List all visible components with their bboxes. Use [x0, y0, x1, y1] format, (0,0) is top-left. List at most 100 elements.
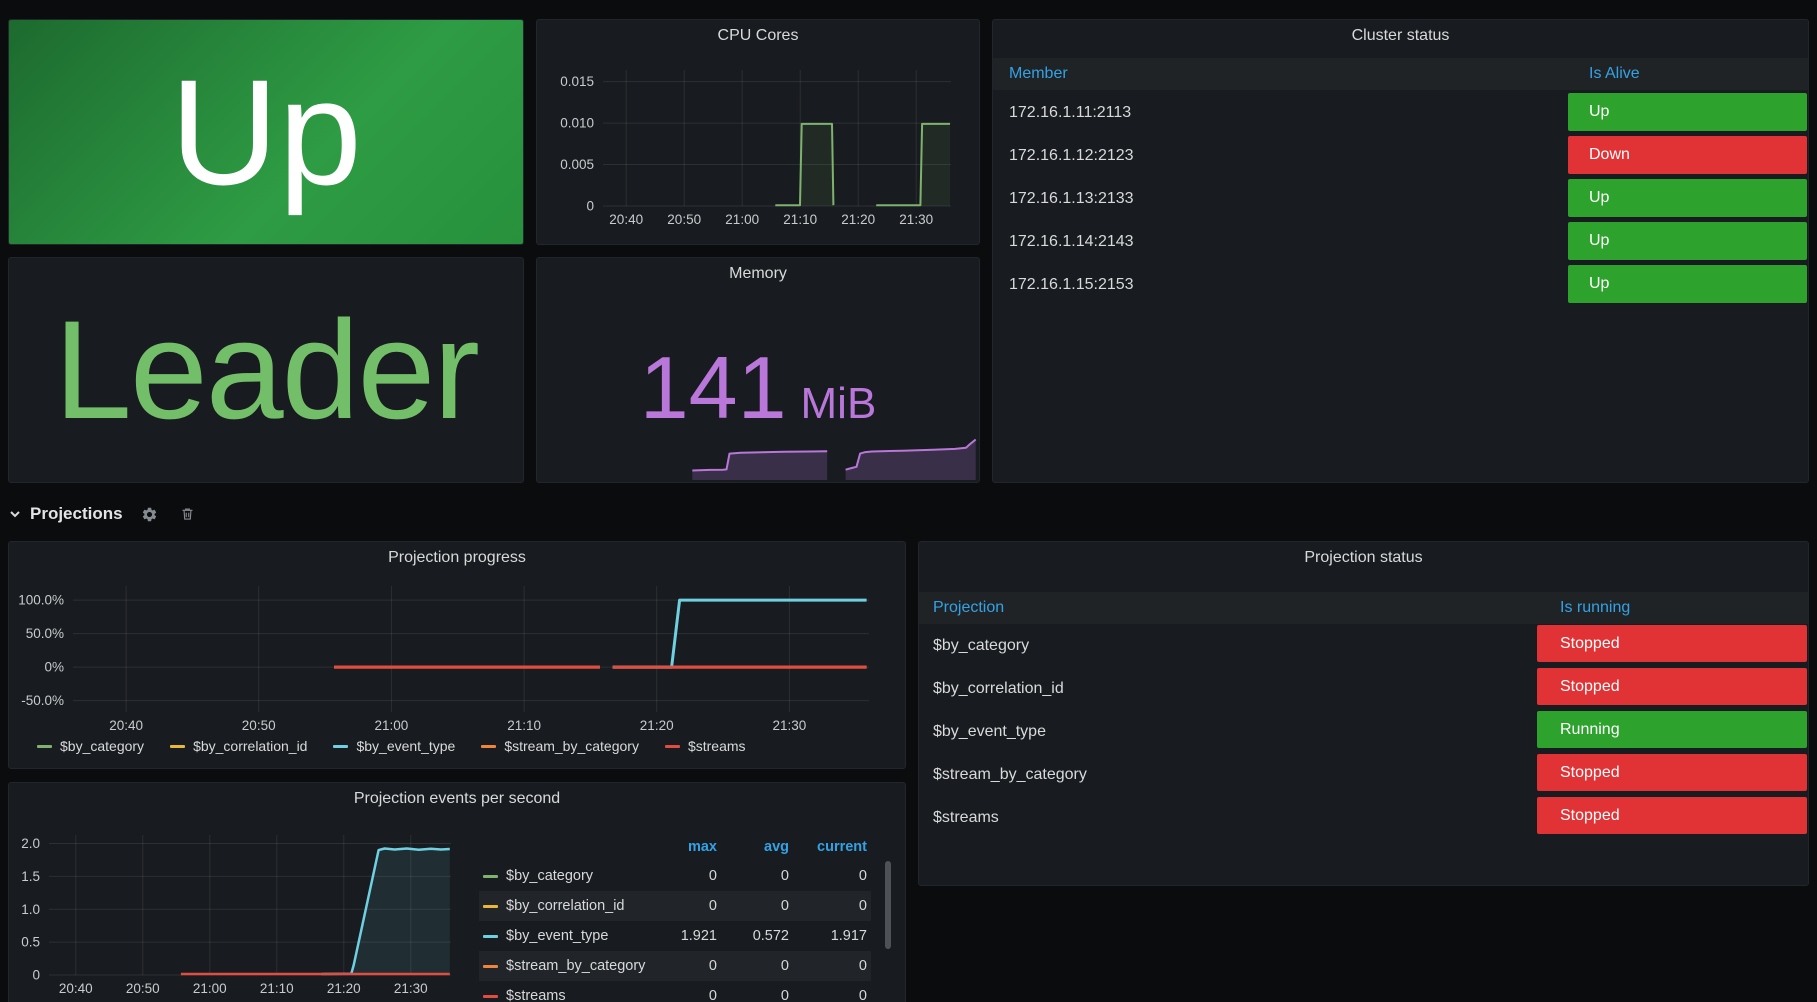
legend-row: $streams000	[479, 981, 871, 1002]
gear-icon[interactable]	[141, 506, 158, 523]
panel-title-memory[interactable]: Memory	[537, 265, 979, 283]
panel-title-projection-events[interactable]: Projection events per second	[9, 790, 905, 808]
legend-series-dash-icon	[483, 905, 498, 908]
svg-text:1.0: 1.0	[21, 902, 40, 917]
legend-series-name[interactable]: $stream_by_category	[506, 958, 645, 974]
legend-value-avg: 0	[721, 868, 793, 884]
legend-series-name[interactable]: $by_correlation_id	[506, 898, 625, 914]
projection-cell: $stream_by_category	[933, 766, 1087, 784]
legend-series[interactable]: $by_event_type	[479, 928, 649, 944]
svg-text:21:20: 21:20	[640, 718, 674, 733]
panel-projection-status: Projection status Projection Is running …	[918, 541, 1809, 886]
projection-cell: $by_correlation_id	[933, 680, 1064, 698]
status-table-header: Projection Is running	[919, 592, 1808, 624]
chevron-down-icon[interactable]	[8, 507, 22, 521]
legend-col-current[interactable]: current	[793, 839, 871, 855]
svg-text:50.0%: 50.0%	[26, 626, 64, 641]
legend-value-current: 0	[793, 898, 871, 914]
legend-item[interactable]: $stream_by_category	[481, 738, 639, 754]
cluster-table-header: Member Is Alive	[993, 58, 1808, 90]
svg-text:20:40: 20:40	[59, 981, 93, 996]
legend-row: $stream_by_category000	[479, 951, 871, 981]
node-role-value: Leader	[9, 258, 523, 482]
memory-value-unit: MiB	[801, 379, 877, 429]
legend-value-avg: 0.572	[721, 928, 793, 944]
legend-value-max: 0	[649, 988, 721, 1002]
legend-col-avg[interactable]: avg	[721, 839, 793, 855]
column-header-is-alive[interactable]: Is Alive	[1589, 65, 1640, 83]
legend-series-dash-icon	[481, 745, 496, 748]
projection-cell: $by_category	[933, 637, 1029, 655]
projection-events-legend: maxavgcurrent $by_category000$by_correla…	[479, 833, 871, 1002]
panel-node-role: Leader	[8, 257, 524, 483]
table-row: $streamsStopped	[919, 796, 1808, 839]
legend-series[interactable]: $by_category	[479, 868, 649, 884]
panel-projection-events: Projection events per second 00.51.01.52…	[8, 782, 906, 1002]
legend-series[interactable]: $streams	[479, 988, 649, 1002]
panel-title-cpu-cores[interactable]: CPU Cores	[537, 27, 979, 45]
legend-series-name[interactable]: $by_event_type	[506, 928, 608, 944]
table-row: 172.16.1.13:2133Up	[993, 177, 1808, 220]
row-projections[interactable]: Projections	[8, 498, 195, 530]
legend-rows: $by_category000$by_correlation_id000$by_…	[479, 861, 871, 1002]
svg-text:21:00: 21:00	[725, 212, 759, 227]
row-title-projections[interactable]: Projections	[30, 504, 123, 524]
legend-value-avg: 0	[721, 958, 793, 974]
svg-text:21:00: 21:00	[193, 981, 227, 996]
svg-text:0.005: 0.005	[560, 157, 594, 172]
column-header-member[interactable]: Member	[1009, 65, 1068, 83]
legend-series-name[interactable]: $by_event_type	[356, 738, 455, 754]
svg-text:20:50: 20:50	[126, 981, 160, 996]
member-cell: 172.16.1.11:2113	[1009, 104, 1131, 122]
legend-item[interactable]: $by_event_type	[333, 738, 455, 754]
legend-series[interactable]: $stream_by_category	[479, 958, 649, 974]
legend-value-max: 1.921	[649, 928, 721, 944]
svg-text:21:30: 21:30	[899, 212, 933, 227]
table-row: 172.16.1.11:2113Up	[993, 91, 1808, 134]
legend-item[interactable]: $by_correlation_id	[170, 738, 307, 754]
svg-text:0.010: 0.010	[560, 116, 594, 131]
member-cell: 172.16.1.14:2143	[1009, 233, 1134, 251]
legend-col-max[interactable]: max	[649, 839, 721, 855]
legend-series-name[interactable]: $by_category	[60, 738, 144, 754]
status-badge: Stopped	[1537, 625, 1807, 662]
column-header-is-running[interactable]: Is running	[1560, 599, 1630, 617]
status-badge: Running	[1537, 711, 1807, 748]
legend-item[interactable]: $streams	[665, 738, 746, 754]
svg-text:0.015: 0.015	[560, 74, 594, 89]
legend-value-current: 0	[793, 988, 871, 1002]
table-row: 172.16.1.15:2153Up	[993, 263, 1808, 306]
legend-series[interactable]: $by_correlation_id	[479, 898, 649, 914]
legend-series-name[interactable]: $streams	[688, 738, 746, 754]
memory-value-number: 141	[640, 344, 787, 432]
svg-text:1.5: 1.5	[21, 869, 40, 884]
legend-item[interactable]: $by_category	[37, 738, 144, 754]
status-badge: Stopped	[1537, 668, 1807, 705]
status-badge: Up	[1568, 222, 1807, 260]
panel-title-projection-status[interactable]: Projection status	[919, 549, 1808, 567]
legend-series-name[interactable]: $stream_by_category	[504, 738, 639, 754]
svg-text:0: 0	[586, 199, 594, 214]
trash-icon[interactable]	[180, 506, 195, 522]
legend-value-max: 0	[649, 868, 721, 884]
svg-text:21:30: 21:30	[394, 981, 428, 996]
column-header-projection[interactable]: Projection	[933, 599, 1004, 617]
svg-text:21:10: 21:10	[507, 718, 541, 733]
legend-value-avg: 0	[721, 988, 793, 1002]
legend-series-name[interactable]: $by_category	[506, 868, 593, 884]
legend-series-name[interactable]: $by_correlation_id	[193, 738, 307, 754]
legend-series-dash-icon	[483, 965, 498, 968]
svg-text:-50.0%: -50.0%	[21, 693, 64, 708]
panel-title-cluster-status[interactable]: Cluster status	[993, 27, 1808, 45]
panel-title-projection-progress[interactable]: Projection progress	[9, 549, 905, 567]
cpu-cores-graph[interactable]: 00.0050.0100.01520:4020:5021:0021:1021:2…	[537, 20, 979, 244]
table-row: $by_correlation_id Stopped	[919, 667, 1808, 710]
status-badge: Down	[1568, 136, 1807, 174]
projection-progress-graph[interactable]: -50.0%0%50.0%100.0%20:4020:5021:0021:102…	[9, 542, 905, 768]
legend-series-dash-icon	[665, 745, 680, 748]
table-row: 172.16.1.12:2123Down	[993, 134, 1808, 177]
panel-memory: Memory 141 MiB	[536, 257, 980, 483]
legend-series-name[interactable]: $streams	[506, 988, 566, 1002]
panel-projection-progress: Projection progress -50.0%0%50.0%100.0%2…	[8, 541, 906, 769]
legend-scrollbar[interactable]	[885, 861, 891, 949]
